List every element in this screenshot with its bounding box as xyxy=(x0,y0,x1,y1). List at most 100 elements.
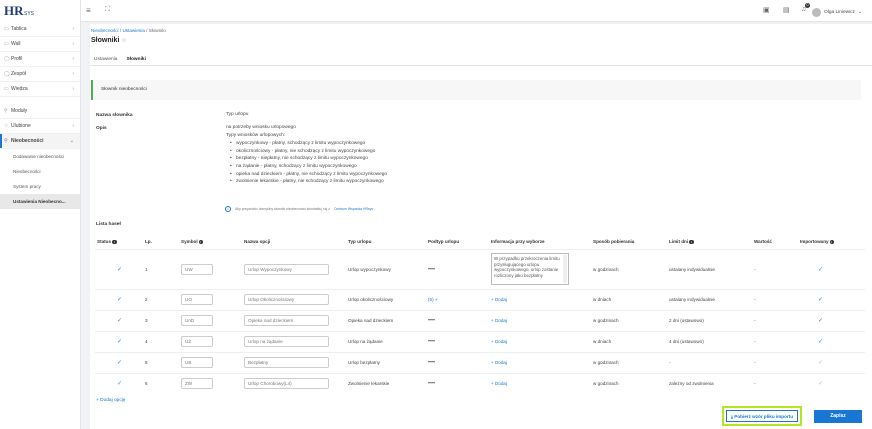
info-icon: i xyxy=(829,239,835,245)
option-name-input[interactable]: Urlop na żądanie xyxy=(244,336,329,347)
check-icon: ✓ xyxy=(117,297,123,303)
breadcrumb: Nieobecności / Ustawienia / Słowniki xyxy=(91,28,166,33)
support-link[interactable]: Centrum Wsparcia HRsys xyxy=(334,207,373,211)
absence-icon: ⚲ xyxy=(4,138,8,144)
empty-dash: — xyxy=(428,265,435,273)
field-value-desc: na potrzeby wniosku urlopowego Typy wnio… xyxy=(226,124,387,186)
user-menu[interactable]: Olga Liniewicz ⌄ xyxy=(812,8,862,17)
fullscreen-icon[interactable]: ⛶ xyxy=(105,6,110,14)
add-info-button[interactable]: + Dodaj xyxy=(491,318,507,323)
sidebar-item-moduly[interactable]: ⚲ Moduły xyxy=(0,104,80,119)
row-sposob: w godzinach xyxy=(591,372,667,394)
modules-icon: ⚲ xyxy=(4,108,8,114)
sidebar-item-zespol[interactable]: ◯ Zespół › xyxy=(0,67,80,82)
row-wartosc: - xyxy=(752,248,798,289)
breadcrumb-link[interactable]: Ustawienia xyxy=(122,28,144,33)
user-name: Olga Liniewicz xyxy=(824,10,855,15)
symbol-input[interactable]: UB xyxy=(181,357,213,368)
list-item: zwolnienie lekarskie - płatny, nie schod… xyxy=(226,178,387,186)
save-button[interactable]: Zapisz xyxy=(814,410,862,423)
chevron-right-icon: › xyxy=(72,123,74,129)
option-name-input[interactable]: Urlop Okolicznościowy xyxy=(244,294,329,305)
add-option-button[interactable]: + Dodaj opcję xyxy=(96,398,125,403)
check-icon: ✓ xyxy=(818,339,824,345)
chat-icon[interactable]: ▤ xyxy=(783,6,790,14)
chevron-down-icon: ⌄ xyxy=(857,10,862,15)
chevron-right-icon: › xyxy=(72,26,74,32)
row-sposob: w dniach xyxy=(591,288,667,310)
sidebar-item-wall[interactable]: ▭ Wall › xyxy=(0,37,80,52)
add-info-button[interactable]: + Dodaj xyxy=(491,297,507,302)
option-name-input[interactable]: Urlop Chorobowy(L4) xyxy=(244,378,329,390)
info-icon: i xyxy=(112,239,117,245)
list-item: na żądanie - płatny, schodzący z limitu … xyxy=(226,163,387,171)
menu-icon[interactable]: ≡ xyxy=(86,6,91,15)
sidebar-item-profil[interactable]: ◯ Profil › xyxy=(0,52,80,67)
scrollbar[interactable] xyxy=(563,255,567,283)
row-wartosc: - xyxy=(752,288,798,310)
table-row: ✓ 5 UB Bezpłatny Urlop bezpłatny — + Dodaj w go… xyxy=(95,351,865,373)
row-limit: zależny od zwolnienia xyxy=(667,372,752,394)
row-typ: Opieka nad dzieckiem xyxy=(346,309,426,331)
symbol-input[interactable]: ZW xyxy=(181,378,213,390)
sidebar-item-ulubione[interactable]: ☆ Ulubione › xyxy=(0,119,80,134)
check-icon: ✓ xyxy=(818,266,824,273)
info-icon: i xyxy=(198,239,204,245)
check-icon: ✓ xyxy=(117,318,123,324)
sidebar-item-label: Zespół xyxy=(11,71,27,77)
symbol-input[interactable]: UnD xyxy=(181,315,213,326)
add-info-button[interactable]: + Dodaj xyxy=(491,339,507,344)
check-icon: ✓ xyxy=(117,360,123,366)
row-wartosc: - xyxy=(752,351,798,373)
chevron-down-icon: ⌄ xyxy=(69,138,74,144)
sidebar-sub-ustawienia[interactable]: Ustawienia Nieobecno... xyxy=(0,194,80,209)
symbol-input[interactable]: UŻ xyxy=(181,336,213,347)
row-typ: Urlop bezpłatny xyxy=(346,351,426,373)
sidebar-item-label: Moduły xyxy=(11,108,28,114)
symbol-input[interactable]: UO xyxy=(181,294,213,305)
chevron-right-icon: › xyxy=(72,86,74,92)
col-info: Informacja przy wyborze xyxy=(491,239,545,245)
star-icon[interactable]: ☆ xyxy=(121,38,126,44)
sidebar-item-label: Profil xyxy=(11,56,23,62)
options-table: Status i Lp. Symbol i Nazwa opcji Typ urlo… xyxy=(95,235,865,394)
add-info-button[interactable]: + Dodaj xyxy=(491,381,507,386)
row-sposob: w godzinach xyxy=(591,351,667,373)
sidebar-sub-nieobecnosci[interactable]: Nieobecności xyxy=(0,164,80,179)
field-label-desc: Opis xyxy=(96,126,107,131)
sidebar-item-label: Nieobecności xyxy=(11,138,44,144)
row-limit: ustalany indywidualnie xyxy=(667,248,752,289)
profile-icon: ◯ xyxy=(4,56,10,62)
breadcrumb-link[interactable]: Nieobecności xyxy=(91,28,119,33)
subtype-count[interactable]: (5) + xyxy=(428,297,438,302)
import-template-button-highlight[interactable]: ⤓ Pobierz wzór pliku importu xyxy=(722,406,802,426)
import-template-button[interactable]: ⤓ Pobierz wzór pliku importu xyxy=(726,410,798,422)
option-name-input[interactable]: Urlop Wypoczynkowy xyxy=(244,263,329,275)
add-info-button[interactable]: + Dodaj xyxy=(491,360,507,365)
sidebar-item-label: Wiedza xyxy=(11,86,28,92)
team-icon: ◯ xyxy=(4,71,10,77)
check-icon: ✓ xyxy=(818,381,824,388)
info-textarea[interactable]: W przypadku przekroczenia limitu przysłu… xyxy=(491,253,569,285)
col-podtyp: Podtyp urlopu xyxy=(428,239,460,245)
sidebar-item-wiedza[interactable]: ▭ Wiedza › xyxy=(0,82,80,97)
page-title: Słowniki ☆ xyxy=(91,37,127,44)
sidebar-sub-dodawanie[interactable]: Dodawanie nieobecności xyxy=(0,149,80,164)
sidebar-sub-system-pracy[interactable]: System pracy xyxy=(0,179,80,194)
option-name-input[interactable]: Opieka nad dzieckiem xyxy=(244,315,329,326)
section-header: Słownik nieobecności xyxy=(91,80,861,100)
symbol-input[interactable]: UW xyxy=(181,263,213,275)
row-lp: 2 xyxy=(143,288,179,310)
check-icon: ✓ xyxy=(818,297,824,303)
logo[interactable]: HR SYS xyxy=(0,0,80,22)
sidebar-item-tablica[interactable]: ▭ Tablica › xyxy=(0,22,80,37)
row-limit: ustalany indywidualnie xyxy=(667,288,752,310)
chevron-right-icon: › xyxy=(72,41,74,47)
col-limit: Limit dni i xyxy=(669,239,694,245)
option-name-input[interactable]: Bezpłatny xyxy=(244,357,329,368)
table-row: ✓ 4 UŻ Urlop na żądanie Urlop na żądanie — + D… xyxy=(95,330,865,352)
col-typ: Typ urlopu xyxy=(348,239,372,245)
check-icon: ✓ xyxy=(117,339,123,345)
sidebar-item-nieobecnosci[interactable]: ⚲ Nieobecności ⌄ xyxy=(0,134,80,149)
calendar-icon[interactable]: ▣ xyxy=(763,6,770,14)
